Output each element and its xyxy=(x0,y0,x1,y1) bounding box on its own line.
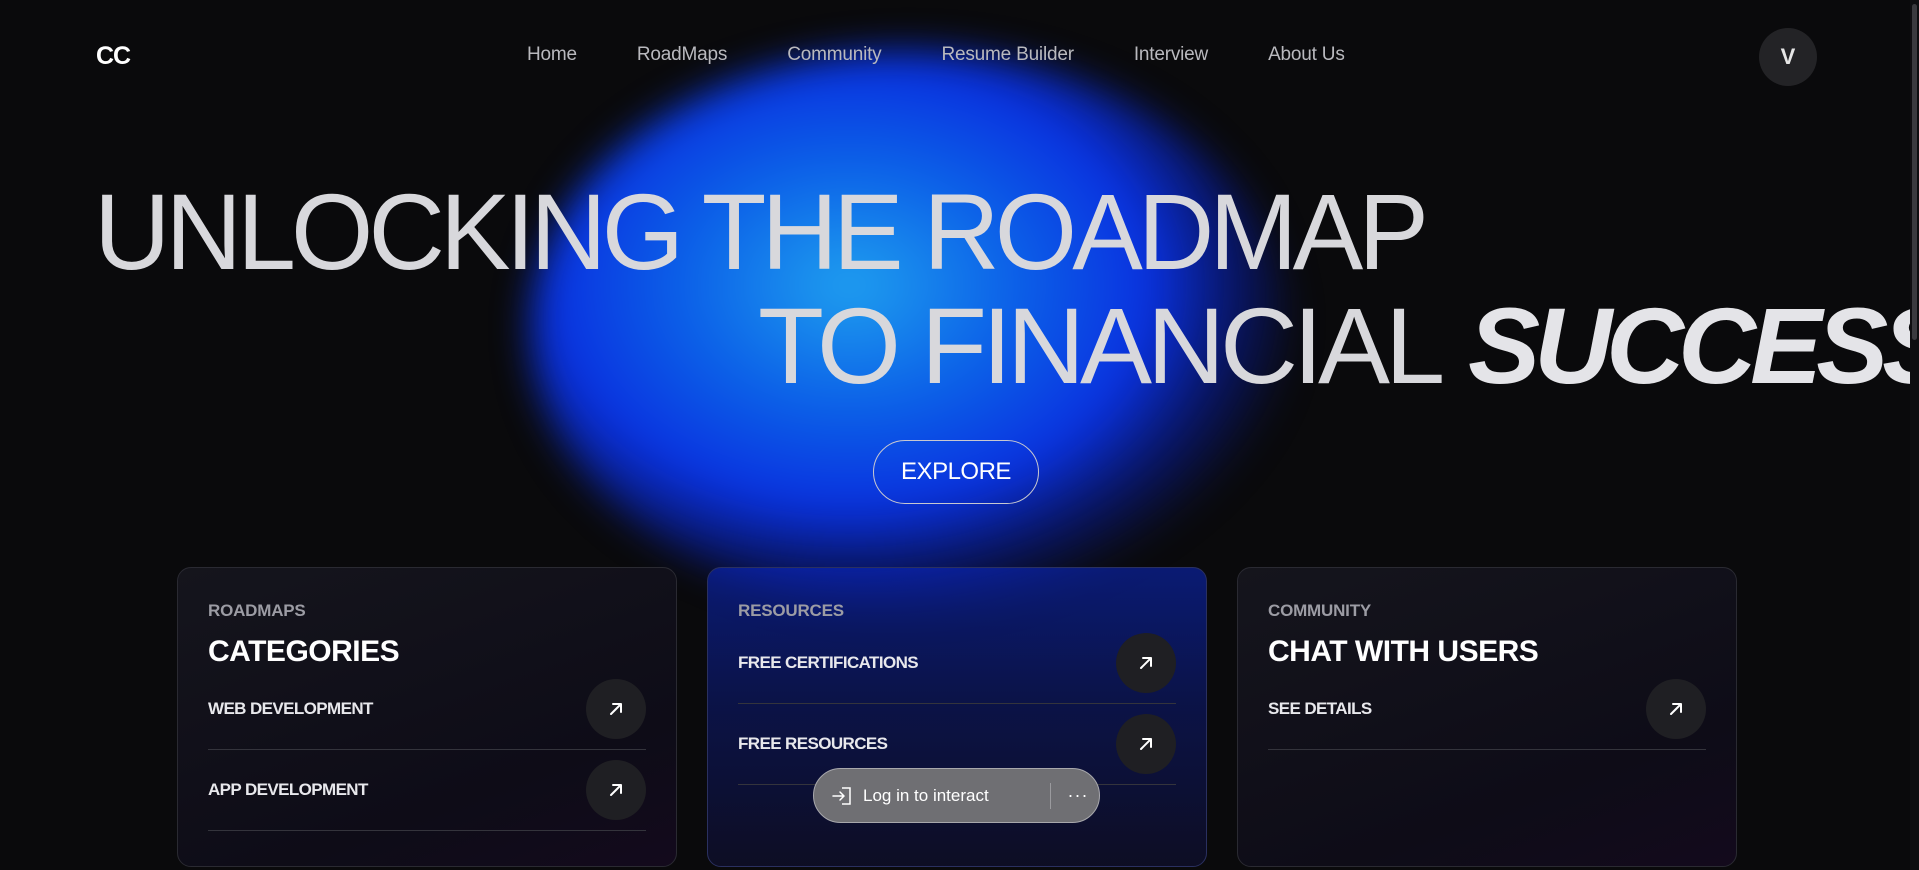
nav-roadmaps[interactable]: RoadMaps xyxy=(637,44,727,66)
nav-about-us[interactable]: About Us xyxy=(1268,44,1345,66)
site-logo[interactable]: CC xyxy=(96,42,131,71)
arrow-up-right-icon[interactable] xyxy=(1116,714,1176,774)
main-nav: Home RoadMaps Community Resume Builder I… xyxy=(527,44,1345,66)
nav-interview[interactable]: Interview xyxy=(1134,44,1208,66)
card-tag: ROADMAPS xyxy=(208,601,306,620)
page: CC Home RoadMaps Community Resume Builde… xyxy=(0,0,1919,870)
sign-in-icon xyxy=(831,785,853,807)
card-row[interactable]: APP DEVELOPMENT xyxy=(208,750,646,831)
card-tag: COMMUNITY xyxy=(1268,601,1372,620)
hero-heading-line-2-text: TO FINANCIAL xyxy=(758,285,1445,406)
card-row[interactable]: WEB DEVELOPMENT xyxy=(208,669,646,750)
more-options-icon[interactable]: ··· xyxy=(1066,781,1090,809)
card-row-label: SEE DETAILS xyxy=(1268,699,1372,718)
user-avatar[interactable]: V xyxy=(1759,28,1817,86)
card-row-label: APP DEVELOPMENT xyxy=(208,780,368,799)
page-scrollbar[interactable] xyxy=(1910,0,1919,870)
card-row[interactable]: SEE DETAILS xyxy=(1268,669,1706,750)
hero-heading-line-2: TO FINANCIAL SUCCESS xyxy=(758,292,1919,400)
card-community: COMMUNITY CHAT WITH USERS SEE DETAILS xyxy=(1237,567,1737,867)
nav-community[interactable]: Community xyxy=(787,44,881,66)
card-tag: RESOURCES xyxy=(738,601,844,620)
card-row-label: FREE RESOURCES xyxy=(738,734,888,753)
site-header: CC Home RoadMaps Community Resume Builde… xyxy=(0,0,1919,114)
hero-heading-accent: SUCCESS xyxy=(1468,285,1919,406)
nav-resume-builder[interactable]: Resume Builder xyxy=(941,44,1074,66)
card-row-label: WEB DEVELOPMENT xyxy=(208,699,373,718)
card-row-label: FREE CERTIFICATIONS xyxy=(738,653,919,672)
toast-divider xyxy=(1050,783,1051,809)
card-roadmaps: ROADMAPS CATEGORIES WEB DEVELOPMENT APP … xyxy=(177,567,677,867)
arrow-up-right-icon[interactable] xyxy=(586,760,646,820)
arrow-up-right-icon[interactable] xyxy=(1646,679,1706,739)
hero-heading-line-1: UNLOCKING THE ROADMAP xyxy=(94,171,1429,292)
arrow-up-right-icon[interactable] xyxy=(1116,633,1176,693)
login-toast[interactable]: Log in to interact ··· xyxy=(813,768,1100,823)
explore-button[interactable]: EXPLORE xyxy=(873,440,1039,504)
card-title: CATEGORIES xyxy=(208,635,400,668)
scrollbar-thumb[interactable] xyxy=(1912,4,1917,340)
nav-home[interactable]: Home xyxy=(527,44,577,66)
card-title: CHAT WITH USERS xyxy=(1268,635,1539,668)
card-row[interactable]: FREE CERTIFICATIONS xyxy=(738,623,1176,704)
arrow-up-right-icon[interactable] xyxy=(586,679,646,739)
login-toast-text[interactable]: Log in to interact xyxy=(863,786,989,806)
